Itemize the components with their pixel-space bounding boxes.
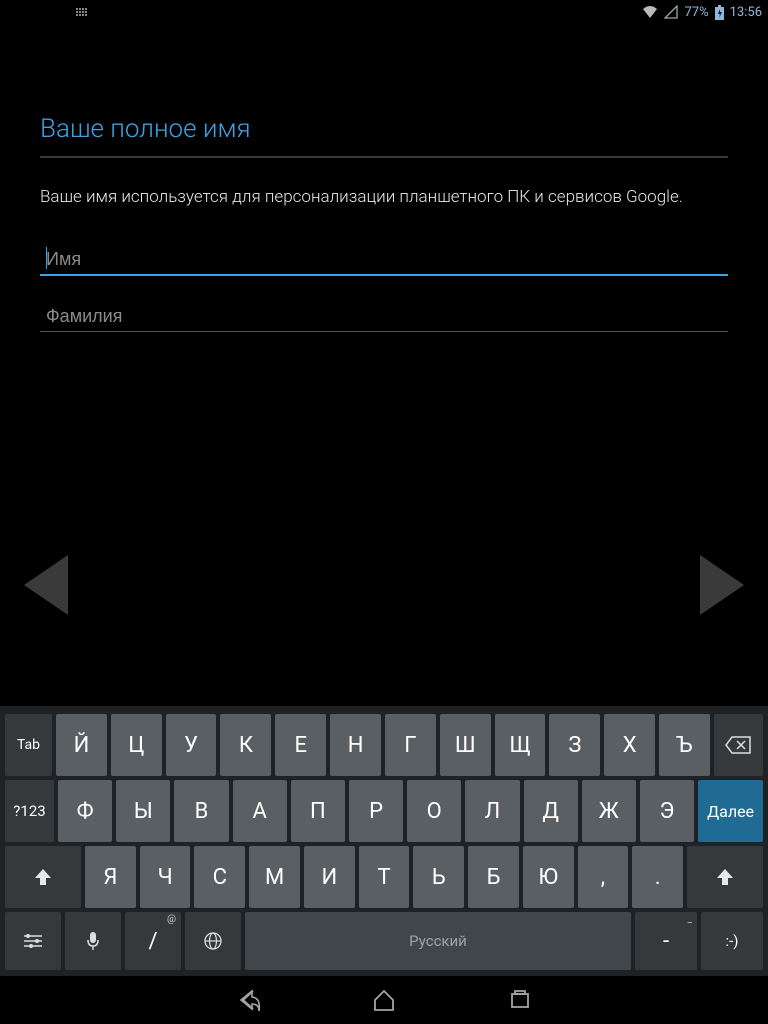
battery-text: 77% [684,5,708,20]
key-letter[interactable]: Н [330,714,381,776]
key-letter[interactable]: Ф [58,780,112,842]
clock-text: 13:56 [730,5,762,20]
soft-keyboard: Tab Й Ц У К Е Н Г Ш Щ З Х Ъ ?123 Ф Ы В А… [0,706,768,976]
battery-icon [715,5,724,20]
first-name-field-container [40,245,728,276]
key-symbols[interactable]: ?123 [5,780,54,842]
nav-recent-icon[interactable] [507,987,533,1013]
key-letter[interactable]: Е [275,714,326,776]
key-letter[interactable]: , [578,846,629,908]
key-next[interactable]: Далее [698,780,763,842]
key-tab[interactable]: Tab [5,714,52,776]
keyboard-indicator-icon [6,8,87,16]
key-letter[interactable]: Й [56,714,107,776]
key-slash[interactable]: @/ [125,912,181,970]
wifi-icon [642,5,658,19]
key-letter[interactable]: Ъ [659,714,710,776]
key-smile[interactable]: :-) [701,912,763,970]
globe-icon [203,931,223,951]
key-letter[interactable]: Ж [582,780,636,842]
key-letter[interactable]: И [304,846,355,908]
key-sup: @ [167,914,176,925]
key-language[interactable] [185,912,241,970]
back-button[interactable] [24,555,68,615]
description-text: Ваше имя используется для персонализации… [40,158,728,245]
key-backspace[interactable] [714,714,763,776]
key-letter[interactable]: Ш [440,714,491,776]
key-letter[interactable]: Д [524,780,578,842]
key-letter[interactable]: Г [385,714,436,776]
key-letter[interactable]: Б [468,846,519,908]
key-letter[interactable]: Я [85,846,136,908]
mic-icon [86,931,100,951]
key-letter[interactable]: П [291,780,345,842]
key-letter[interactable]: Щ [495,714,546,776]
key-letter[interactable]: А [233,780,287,842]
key-letter[interactable]: Л [465,780,519,842]
key-voice[interactable] [65,912,121,970]
key-letter[interactable]: В [174,780,228,842]
key-letter[interactable]: . [632,846,683,908]
text-cursor [46,247,47,269]
key-space[interactable]: Русский [245,912,631,970]
key-letter[interactable]: У [166,714,217,776]
key-letter[interactable]: Р [349,780,403,842]
key-shift-left[interactable] [5,846,81,908]
last-name-field-container [40,302,728,332]
key-letter[interactable]: Т [359,846,410,908]
navigation-bar [0,976,768,1024]
signal-icon [664,5,678,19]
key-letter[interactable]: М [249,846,300,908]
key-letter[interactable]: Ь [413,846,464,908]
status-bar: 77% 13:56 [0,0,768,24]
nav-home-icon[interactable] [371,987,397,1013]
key-dash[interactable]: _- [635,912,697,970]
key-letter[interactable]: С [194,846,245,908]
shift-icon [715,867,735,887]
first-name-input[interactable] [40,245,728,276]
backspace-icon [725,736,751,754]
key-letter[interactable]: Ю [523,846,574,908]
key-letter[interactable]: З [549,714,600,776]
key-letter[interactable]: Ы [116,780,170,842]
key-letter[interactable]: Ц [111,714,162,776]
key-letter[interactable]: Э [640,780,694,842]
key-letter[interactable]: О [407,780,461,842]
shift-icon [33,867,53,887]
page-title: Ваше полное имя [40,24,728,156]
nav-back-icon[interactable] [235,987,261,1013]
key-letter[interactable]: Ч [140,846,191,908]
last-name-input[interactable] [40,302,728,332]
key-sup: _ [687,914,692,925]
key-settings[interactable] [5,912,61,970]
sliders-icon [22,932,44,950]
forward-button[interactable] [700,555,744,615]
key-shift-right[interactable] [687,846,763,908]
key-letter[interactable]: К [220,714,271,776]
key-letter[interactable]: Х [604,714,655,776]
